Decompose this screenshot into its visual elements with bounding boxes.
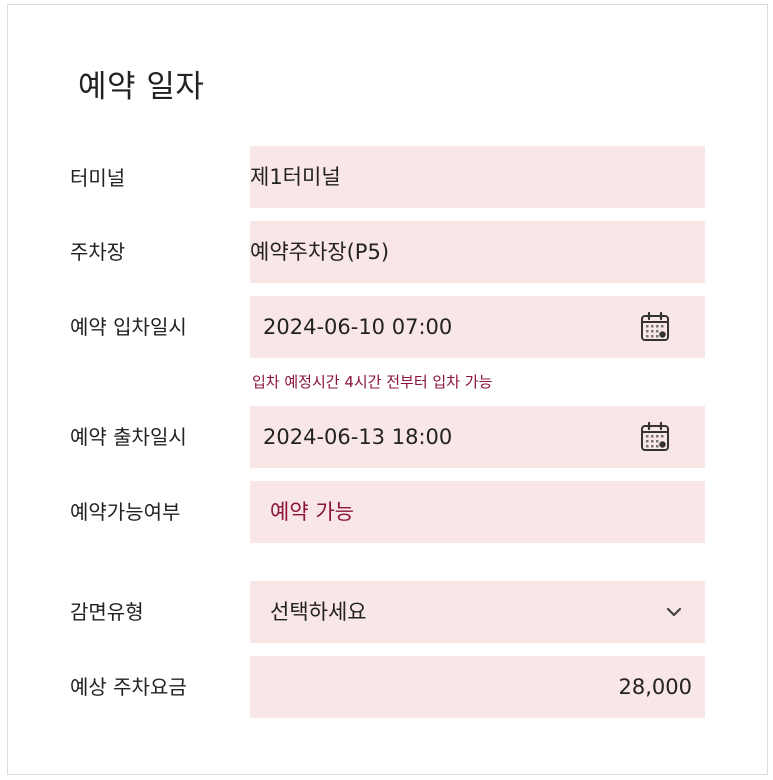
parking-lot-field: 예약주차장(P5) xyxy=(250,221,705,283)
availability-status: 예약 가능 xyxy=(270,500,354,524)
discount-type-value: 선택하세요 xyxy=(270,600,367,624)
calendar-icon[interactable] xyxy=(639,311,671,343)
entry-datetime-value: 2024-06-10 07:00 xyxy=(263,315,453,339)
exit-datetime-field[interactable]: 2024-06-13 18:00 xyxy=(250,406,705,468)
parking-lot-label: 주차장 xyxy=(70,240,126,264)
discount-type-select[interactable]: 선택하세요 xyxy=(250,581,705,643)
availability-label: 예약가능여부 xyxy=(70,500,181,524)
entry-datetime-label: 예약 입차일시 xyxy=(70,315,187,339)
terminal-field: 제1터미널 xyxy=(250,146,705,208)
section-title: 예약 일자 xyxy=(78,69,205,105)
terminal-label: 터미널 xyxy=(70,166,126,190)
parking-lot-value: 예약주차장(P5) xyxy=(250,240,390,264)
chevron-down-icon[interactable] xyxy=(663,601,685,623)
calendar-icon[interactable] xyxy=(639,421,671,453)
exit-datetime-label: 예약 출차일시 xyxy=(70,425,187,449)
discount-type-label: 감면유형 xyxy=(70,600,144,624)
entry-hint-text: 입차 예정시간 4시간 전부터 입차 가능 xyxy=(252,373,493,391)
terminal-value: 제1터미널 xyxy=(250,165,341,189)
availability-field: 예약 가능 xyxy=(250,481,705,543)
estimated-fee-value: 28,000 xyxy=(618,675,692,699)
exit-datetime-value: 2024-06-13 18:00 xyxy=(263,425,453,449)
entry-datetime-field[interactable]: 2024-06-10 07:00 xyxy=(250,296,705,358)
estimated-fee-field: 28,000 xyxy=(250,656,705,718)
estimated-fee-label: 예상 주차요금 xyxy=(70,675,187,699)
